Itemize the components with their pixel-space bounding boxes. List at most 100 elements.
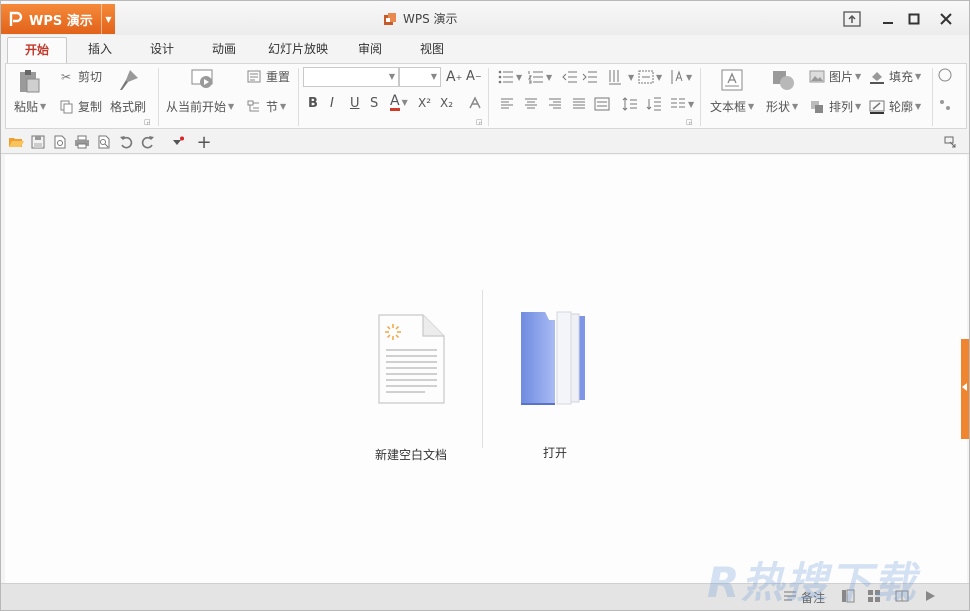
image-icon xyxy=(808,70,826,83)
dialog-launcher-icon[interactable]: ◲ xyxy=(144,118,151,126)
print-icon[interactable] xyxy=(73,133,91,151)
copy-button[interactable]: 复制 xyxy=(58,98,102,115)
italic-button[interactable]: I xyxy=(330,96,334,111)
task-pane-toggle[interactable] xyxy=(961,339,969,439)
font-size-select[interactable]: ▼ xyxy=(399,67,441,87)
minimize-icon[interactable] xyxy=(877,9,899,29)
underline-button[interactable]: U xyxy=(350,96,360,111)
text-direction-icon[interactable]: ▼ xyxy=(608,69,634,85)
export-pdf-icon[interactable] xyxy=(51,133,69,151)
textbox-button[interactable]: 文本框 ▼ xyxy=(710,98,754,115)
app-menu-button[interactable]: WPS 演示 ▼ xyxy=(1,4,115,34)
outline-button[interactable]: 轮廓 ▼ xyxy=(868,98,921,115)
decrease-indent-icon[interactable] xyxy=(562,70,578,84)
font-family-select[interactable]: ▼ xyxy=(303,67,399,87)
text-size-icon[interactable]: ▼ xyxy=(670,69,692,85)
quick-access-toolbar: + xyxy=(1,130,969,154)
section-icon xyxy=(246,100,262,113)
font-color-button[interactable]: A ▼ xyxy=(390,94,408,111)
grow-font-icon[interactable]: A + xyxy=(446,69,462,85)
copy-label: 复制 xyxy=(78,100,103,114)
tab-home[interactable]: 开始 xyxy=(7,37,67,64)
circle-shape-icon[interactable] xyxy=(938,68,952,82)
shrink-font-icon[interactable]: A − xyxy=(466,69,482,84)
divider xyxy=(298,68,299,126)
projector-icon[interactable] xyxy=(190,68,216,92)
redo-icon[interactable] xyxy=(139,133,157,151)
paste-icon[interactable] xyxy=(16,68,42,94)
outline-icon xyxy=(868,100,886,114)
undo-icon[interactable] xyxy=(117,133,135,151)
align-text-icon[interactable]: ▼ xyxy=(638,70,662,84)
tab-animation[interactable]: 动画 xyxy=(201,37,247,63)
wps-window: WPS 演示 ▼ WPS 演示 开始 插入 设计 动画 幻灯片放映 审阅 视图 xyxy=(0,0,970,611)
folder-open-icon[interactable] xyxy=(7,133,25,151)
align-right-icon[interactable] xyxy=(548,98,562,110)
picture-button[interactable]: 图片 ▼ xyxy=(808,68,861,85)
effects-icon[interactable] xyxy=(938,98,952,112)
dialog-launcher-icon[interactable]: ◲ xyxy=(476,118,483,126)
align-left-icon[interactable] xyxy=(500,98,514,110)
print-preview-icon[interactable] xyxy=(95,133,113,151)
watermark-logo: R热搜下载 xyxy=(707,558,918,607)
upload-icon[interactable] xyxy=(841,9,863,29)
increase-indent-icon[interactable] xyxy=(582,70,598,84)
tab-view[interactable]: 视图 xyxy=(409,37,455,63)
font-color-label: A xyxy=(390,93,400,111)
columns-icon[interactable]: ▼ xyxy=(670,97,694,111)
open-document[interactable]: 打开 xyxy=(519,310,591,461)
format-painter-label: 格式刷 xyxy=(110,100,147,114)
line-spacing-icon[interactable] xyxy=(622,97,638,111)
superscript-button[interactable]: X² xyxy=(418,96,431,110)
section-button[interactable]: 节 ▼ xyxy=(246,98,286,115)
tab-design[interactable]: 设计 xyxy=(139,37,185,63)
ribbon-collapse-icon[interactable] xyxy=(941,133,959,151)
shape-button[interactable]: 形状 ▼ xyxy=(766,98,798,115)
chevron-down-icon: ▼ xyxy=(228,102,235,111)
shape-icon[interactable] xyxy=(770,68,796,92)
strikethrough-button[interactable]: S xyxy=(370,96,378,111)
dialog-launcher-icon[interactable]: ◲ xyxy=(686,118,693,126)
paste-button[interactable]: 粘贴 ▼ xyxy=(14,98,46,115)
slideshow-play-icon[interactable] xyxy=(923,589,937,603)
reset-button[interactable]: 重置 xyxy=(246,68,290,85)
tab-insert[interactable]: 插入 xyxy=(77,37,123,63)
format-painter-button[interactable]: 格式刷 xyxy=(110,98,146,115)
add-icon[interactable]: + xyxy=(195,132,213,153)
new-blank-document-label: 新建空白文档 xyxy=(375,448,448,462)
bullet-list-icon[interactable]: ▼ xyxy=(498,70,522,84)
chevron-down-icon: ▼ xyxy=(280,102,287,111)
brush-icon[interactable] xyxy=(116,68,140,92)
subscript-button[interactable]: X₂ xyxy=(440,96,453,110)
divider xyxy=(158,68,159,126)
tab-review[interactable]: 审阅 xyxy=(347,37,393,63)
blank-document-icon xyxy=(378,314,445,404)
paste-label: 粘贴 xyxy=(14,100,39,114)
outline-label: 轮廓 xyxy=(889,100,914,114)
bold-button[interactable]: B xyxy=(308,96,318,111)
from-current-label: 从当前开始 xyxy=(166,100,227,114)
divider xyxy=(482,290,483,448)
folder-open-icon xyxy=(521,311,585,405)
maximize-icon[interactable] xyxy=(903,9,925,29)
arrange-button[interactable]: 排列 ▼ xyxy=(808,98,861,115)
chevron-down-icon: ▼ xyxy=(40,102,47,111)
align-center-icon[interactable] xyxy=(524,98,538,110)
customize-toolbar-icon[interactable] xyxy=(169,133,187,151)
chevron-down-icon[interactable]: ▼ xyxy=(101,4,115,34)
new-blank-document[interactable]: 新建空白文档 xyxy=(375,312,447,463)
close-icon[interactable] xyxy=(935,9,957,29)
from-current-button[interactable]: 从当前开始 ▼ xyxy=(166,98,234,115)
save-icon[interactable] xyxy=(29,133,47,151)
justify-icon[interactable] xyxy=(572,98,586,110)
fill-button[interactable]: 填充 ▼ xyxy=(868,68,921,85)
chevron-down-icon: ▼ xyxy=(915,102,922,111)
chevron-down-icon: ▼ xyxy=(855,72,862,81)
cut-button[interactable]: ✂ 剪切 xyxy=(58,68,102,85)
distribute-icon[interactable] xyxy=(594,97,610,111)
tab-slideshow[interactable]: 幻灯片放映 xyxy=(263,37,333,63)
numbered-list-icon[interactable]: ▼ xyxy=(528,70,552,84)
clear-format-icon[interactable] xyxy=(468,96,482,110)
paragraph-spacing-icon[interactable] xyxy=(646,97,662,111)
textbox-icon[interactable] xyxy=(720,68,744,92)
